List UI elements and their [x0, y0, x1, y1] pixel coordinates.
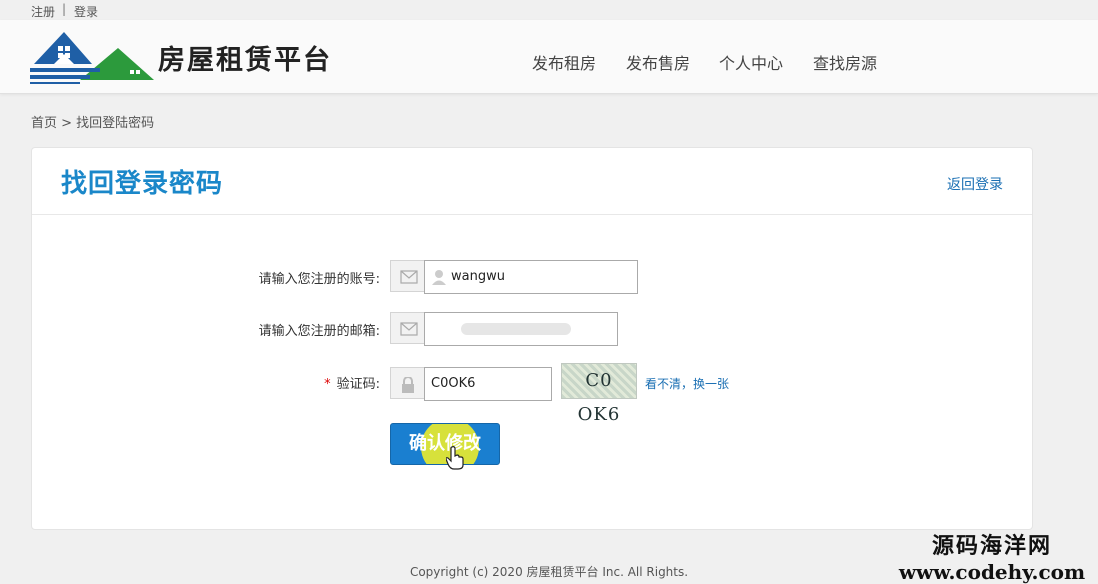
back-to-login-link[interactable]: 返回登录 — [947, 174, 1003, 194]
page-title: 找回登录密码 — [61, 169, 224, 199]
confirm-change-button[interactable]: 确认修改 — [390, 423, 500, 465]
register-link[interactable]: 注册 — [31, 3, 55, 20]
card-header: 找回登录密码 返回登录 — [32, 148, 1032, 215]
account-addon — [390, 260, 424, 292]
house-logo-icon[interactable] — [30, 28, 158, 84]
nav-find-house[interactable]: 查找房源 — [813, 50, 877, 74]
lock-icon — [402, 377, 414, 393]
breadcrumb: 首页 > 找回登陆密码 — [31, 116, 155, 131]
site-name: 房屋租赁平台 — [158, 45, 332, 76]
top-bar: 注册 | 登录 — [0, 0, 1098, 20]
nav-user-center[interactable]: 个人中心 — [719, 50, 783, 74]
email-addon — [390, 312, 424, 344]
nav-publish-rent[interactable]: 发布租房 — [532, 50, 596, 74]
required-mark: * — [324, 377, 331, 392]
envelope-icon — [400, 322, 418, 336]
captcha-label: 验证码: — [336, 377, 380, 392]
email-input[interactable] — [424, 312, 618, 346]
account-label: 请输入您注册的账号: — [258, 272, 380, 287]
topbar-separator: | — [62, 2, 67, 16]
hand-cursor-icon — [446, 446, 464, 470]
watermark-line1: 源码海洋网 — [931, 533, 1052, 559]
email-label: 请输入您注册的邮箱: — [258, 324, 380, 339]
account-input[interactable]: wangwu — [424, 260, 638, 294]
watermark-line2: www.codehy.com — [898, 560, 1086, 584]
captcha-value: C0OK6 — [431, 376, 476, 391]
watermark: 源码海洋网 www.codehy.com — [892, 528, 1092, 584]
envelope-icon — [400, 270, 418, 284]
account-value: wangwu — [451, 269, 505, 284]
refresh-captcha-link[interactable]: 看不清，换一张 — [645, 375, 729, 392]
login-link[interactable]: 登录 — [74, 3, 98, 20]
blurred-email — [461, 323, 571, 335]
nav-publish-sale[interactable]: 发布售房 — [626, 50, 690, 74]
site-header: 房屋租赁平台 发布租房 发布售房 个人中心 查找房源 — [0, 20, 1098, 94]
submit-label: 确认修改 — [409, 433, 481, 454]
user-icon — [432, 270, 446, 285]
captcha-input[interactable]: C0OK6 — [424, 367, 552, 401]
captcha-addon — [390, 367, 424, 399]
captcha-image[interactable]: C0 OK6 — [561, 363, 637, 425]
captcha-label-row: * 验证码: — [180, 373, 380, 392]
